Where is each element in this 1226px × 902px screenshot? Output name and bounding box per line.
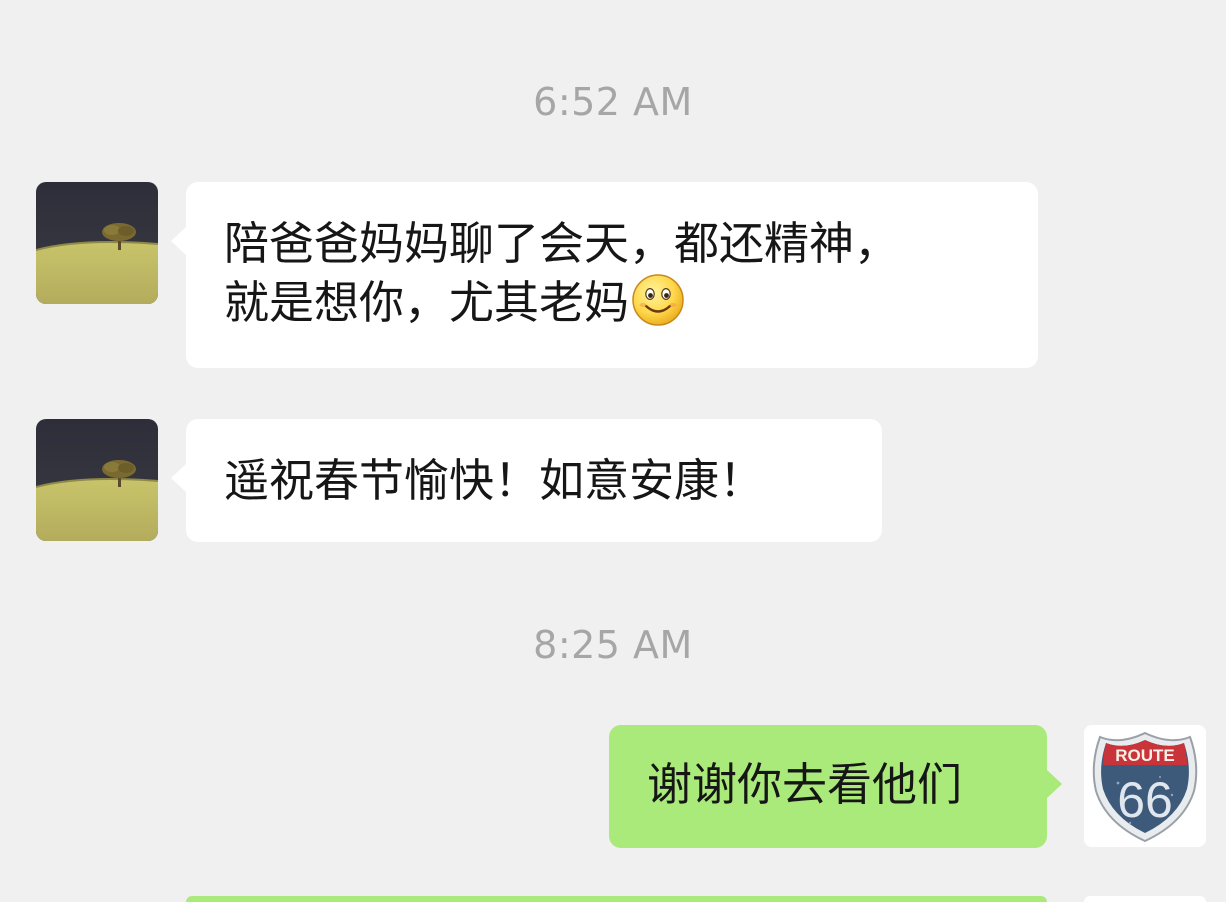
timestamp: 6:52 AM — [533, 80, 693, 124]
route-avatar-label: ROUTE — [1115, 746, 1175, 765]
my-avatar[interactable]: ROUTE 66 — [1084, 725, 1206, 847]
outgoing-message-bubble[interactable]: 谢谢你去看他们 — [609, 725, 1062, 848]
timestamp: 8:25 AM — [533, 623, 693, 667]
outgoing-message-bubble-partial[interactable] — [186, 896, 1047, 902]
incoming-message-bubble[interactable]: 遥祝春节愉快！如意安康！ — [171, 419, 882, 542]
chat-conversation: 6:52 AM 陪爸爸妈妈聊了会天，都还精神， 就是想你，尤其老妈 遥祝春节愉快… — [0, 0, 1226, 902]
message-line: 陪爸爸妈妈聊了会天，都还精神， — [224, 217, 900, 270]
my-avatar-partial[interactable] — [1084, 896, 1206, 902]
landscape-tree-icon — [36, 419, 158, 541]
route-avatar-number: 66 — [1117, 772, 1173, 828]
message-line: 就是想你，尤其老妈 — [224, 276, 630, 329]
landscape-tree-icon — [36, 182, 158, 304]
message-line-with-emoji: 就是想你，尤其老妈 — [224, 273, 1002, 332]
route-66-shield-icon: ROUTE 66 — [1084, 725, 1206, 847]
contact-avatar[interactable] — [36, 182, 158, 304]
message-line: 谢谢你去看他们 — [647, 758, 963, 811]
message-line: 遥祝春节愉快！如意安康！ — [224, 454, 765, 507]
incoming-message-bubble[interactable]: 陪爸爸妈妈聊了会天，都还精神， 就是想你，尤其老妈 — [171, 182, 1038, 368]
smile-emoji-icon — [631, 273, 685, 327]
contact-avatar[interactable] — [36, 419, 158, 541]
